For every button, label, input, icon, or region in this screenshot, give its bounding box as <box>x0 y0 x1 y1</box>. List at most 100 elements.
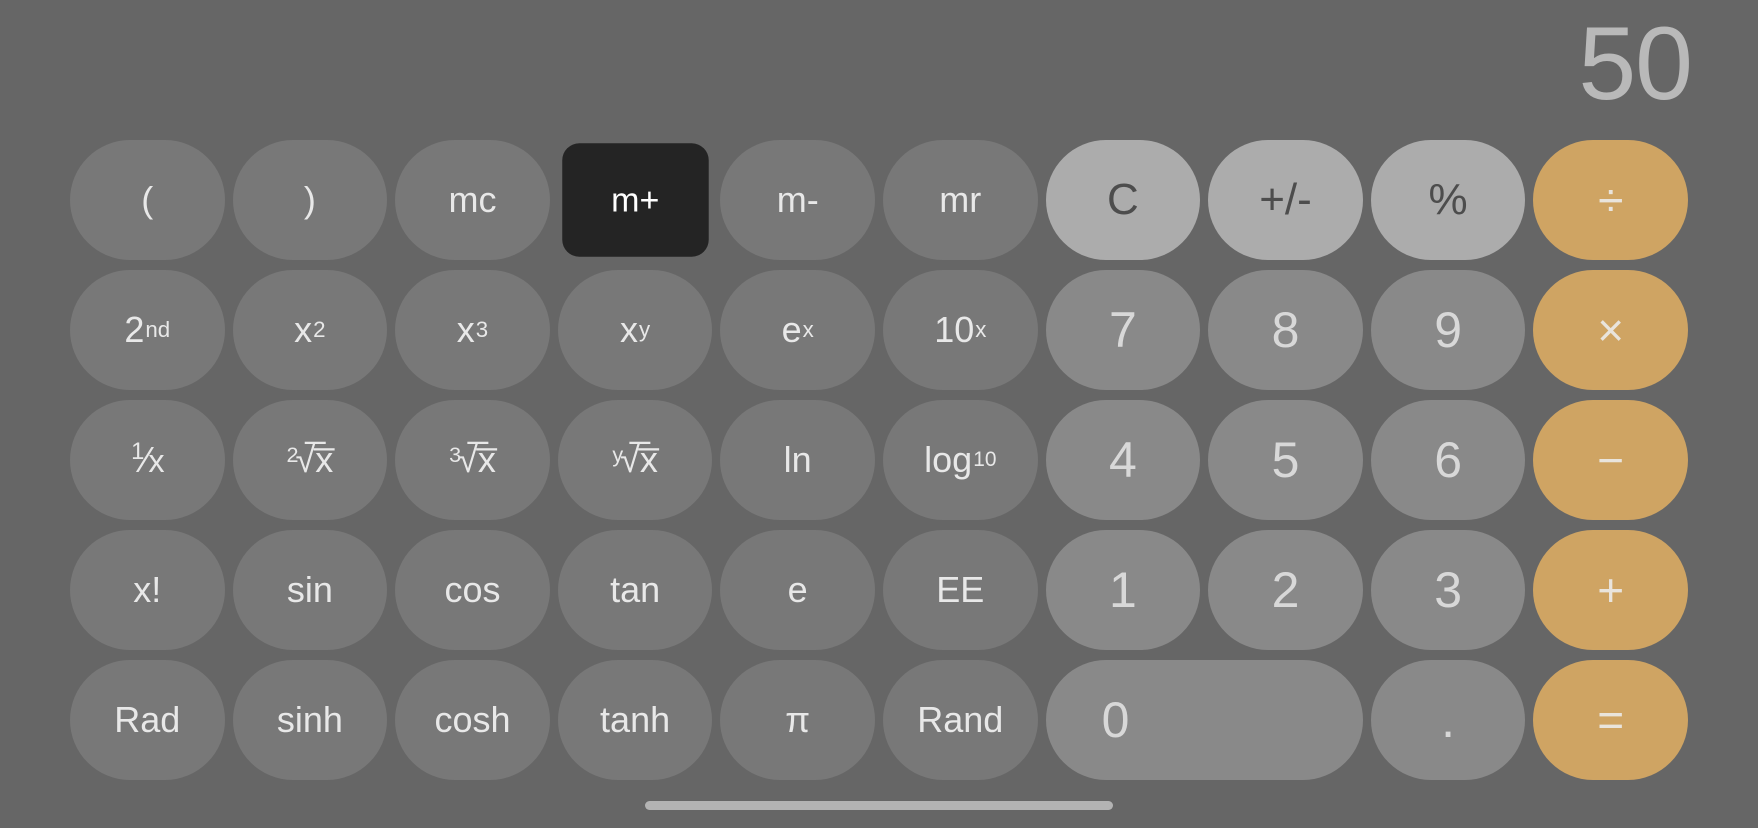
key-label: Rad <box>114 699 181 740</box>
key-label: tan <box>610 569 661 610</box>
key-sign-toggle[interactable]: +/- <box>1208 140 1363 260</box>
key-square-root[interactable]: 2 √̅x̅ <box>232 400 388 520</box>
key-label: x! <box>133 569 162 610</box>
key-label: 5 <box>1271 432 1300 488</box>
key-subtract[interactable]: − <box>1533 400 1688 520</box>
key-label: m- <box>776 179 819 220</box>
key-label: π <box>785 699 811 740</box>
key-equals[interactable]: = <box>1533 660 1688 780</box>
key-pi[interactable]: π <box>720 660 875 780</box>
key-label: mr <box>939 179 982 220</box>
key-label-radical: y √̅x̅ <box>612 442 658 478</box>
key-decimal[interactable]: . <box>1370 660 1526 780</box>
key-label: cosh <box>434 699 511 740</box>
key-digit-9[interactable]: 9 <box>1370 270 1526 390</box>
key-percent[interactable]: % <box>1370 140 1526 260</box>
key-label: 9 <box>1434 302 1462 358</box>
key-sin[interactable]: sin <box>232 530 388 650</box>
key-label: − <box>1597 434 1625 486</box>
key-label: 2 <box>1271 562 1300 618</box>
key-factorial[interactable]: x! <box>70 530 225 650</box>
key-rand[interactable]: Rand <box>883 660 1038 780</box>
key-rad[interactable]: Rad <box>70 660 225 780</box>
key-reciprocal[interactable]: 1⁄x <box>70 400 225 520</box>
key-label-base: x <box>620 309 639 350</box>
key-label: cos <box>444 569 501 610</box>
key-label: Rand <box>917 699 1004 740</box>
key-digit-0[interactable]: 0 <box>1045 660 1363 780</box>
key-log10[interactable]: log 10 <box>883 400 1038 520</box>
key-label: ÷ <box>1598 174 1624 226</box>
key-x-squared[interactable]: x2 <box>232 270 388 390</box>
key-label-base: x <box>294 309 313 350</box>
radical-sign: √̅x̅ <box>620 439 658 480</box>
key-label-radical: 2 √̅x̅ <box>287 442 334 478</box>
key-label-base: log <box>924 439 973 480</box>
key-label: tanh <box>600 699 671 740</box>
key-tanh[interactable]: tanh <box>557 660 713 780</box>
home-indicator[interactable] <box>645 801 1113 810</box>
key-label: ln <box>783 439 812 480</box>
key-x-power-y[interactable]: xy <box>557 270 713 390</box>
key-label: + <box>1597 564 1625 616</box>
key-ten-power-x[interactable]: 10 x <box>883 270 1038 390</box>
calculator-app: 50 () mc m+ m-mr C +/-% ÷ 2nd x 2 x 3 x y e x 10 x 7 8 9 × 1⁄x… <box>0 0 1758 828</box>
key-digit-7[interactable]: 7 <box>1045 270 1201 390</box>
key-digit-6[interactable]: 6 <box>1370 400 1526 520</box>
key-label: e <box>787 569 808 610</box>
key-label: 3 <box>1434 562 1462 618</box>
key-label: 6 <box>1434 432 1462 488</box>
key-label-base: 2 <box>124 309 145 350</box>
key-label: sin <box>286 569 333 610</box>
key-label: 0 <box>1101 692 1130 748</box>
key-label: 8 <box>1271 302 1300 358</box>
key-ln[interactable]: ln <box>720 400 875 520</box>
key-m-plus[interactable]: m+ <box>562 143 709 257</box>
key-e-power-x[interactable]: ex <box>720 270 875 390</box>
key-m-minus[interactable]: m- <box>720 140 875 260</box>
key-cos[interactable]: cos <box>395 530 550 650</box>
key-sinh[interactable]: sinh <box>232 660 388 780</box>
key-ee[interactable]: EE <box>883 530 1038 650</box>
radical-index: y <box>612 442 624 467</box>
key-close-paren[interactable]: ) <box>232 140 388 260</box>
radical-sign: √̅x̅ <box>458 439 496 480</box>
key-cosh[interactable]: cosh <box>395 660 550 780</box>
display-value: 50 <box>1578 6 1693 122</box>
key-clear[interactable]: C <box>1045 140 1201 260</box>
key-mr[interactable]: mr <box>883 140 1038 260</box>
key-digit-5[interactable]: 5 <box>1208 400 1363 520</box>
key-label: ( <box>141 179 154 220</box>
radical-index: 2 <box>286 442 299 467</box>
key-digit-8[interactable]: 8 <box>1208 270 1363 390</box>
key-add[interactable]: + <box>1533 530 1688 650</box>
key-label: +/- <box>1259 175 1312 224</box>
key-divide[interactable]: ÷ <box>1533 140 1688 260</box>
key-label: × <box>1597 304 1625 356</box>
key-label: . <box>1441 692 1456 748</box>
key-cube-root[interactable]: 3 √̅x̅ <box>395 400 550 520</box>
key-label: 7 <box>1108 302 1137 358</box>
key-label: m+ <box>610 180 660 219</box>
calculator-keypad: () mc m+ m-mr C +/-% ÷ 2nd x 2 x 3 x y e x 10 x 7 8 9 × 1⁄x 2 √̅… <box>70 140 1688 780</box>
key-label: 1 <box>1108 562 1137 618</box>
key-digit-4[interactable]: 4 <box>1045 400 1201 520</box>
radical-sign: √̅x̅ <box>295 439 334 480</box>
key-mc[interactable]: mc <box>395 140 550 260</box>
key-euler-e[interactable]: e <box>720 530 875 650</box>
key-digit-2[interactable]: 2 <box>1208 530 1363 650</box>
key-label-base: x <box>456 309 475 350</box>
key-digit-3[interactable]: 3 <box>1370 530 1526 650</box>
key-second[interactable]: 2nd <box>70 270 225 390</box>
key-tan[interactable]: tan <box>557 530 713 650</box>
key-label: 4 <box>1108 432 1137 488</box>
key-multiply[interactable]: × <box>1533 270 1688 390</box>
key-open-paren[interactable]: ( <box>70 140 225 260</box>
fraction-denominator: x <box>148 443 164 479</box>
key-x-cubed[interactable]: x3 <box>395 270 550 390</box>
key-digit-1[interactable]: 1 <box>1045 530 1201 650</box>
display-area: 50 <box>0 0 1758 130</box>
key-label-radical: 3 √̅x̅ <box>449 442 496 478</box>
key-label: % <box>1428 175 1468 224</box>
key-nth-root[interactable]: y √̅x̅ <box>557 400 713 520</box>
